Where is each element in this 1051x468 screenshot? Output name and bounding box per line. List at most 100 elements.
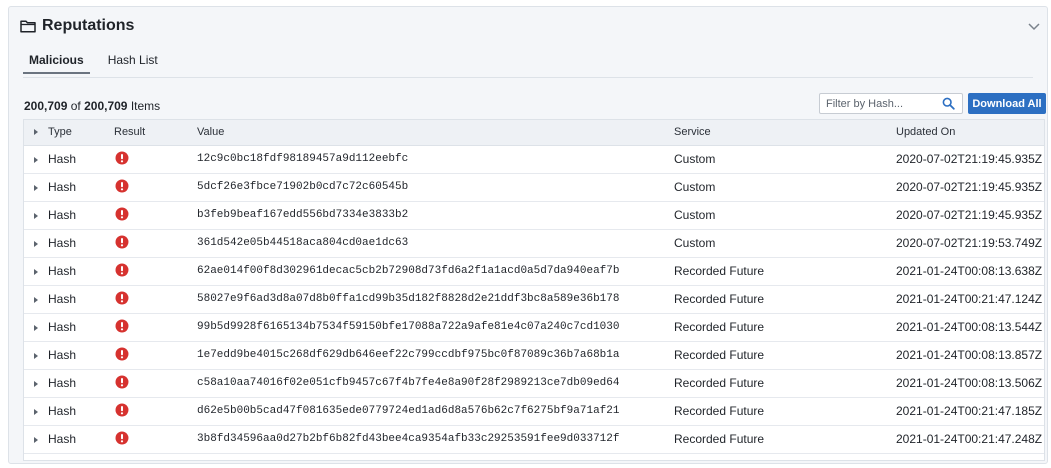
row-value: 361d542e05b44518aca804cd0ae1dc63 (197, 237, 409, 249)
row-updated-on: 2021-01-24T00:21:47.185Z (896, 404, 1043, 418)
table-row[interactable]: Hash 12c9c0bc18fdf98189457a9d112eebfc Cust… (24, 145, 1044, 173)
table-row[interactable]: Hash d62e5b00b5cad47f081635ede0779724ed1a… (24, 397, 1044, 425)
row-expand-caret[interactable] (24, 369, 48, 397)
caret-right-icon (34, 381, 38, 387)
row-type: Hash (48, 432, 77, 446)
row-value: b3feb9beaf167edd556bd7334e3833b2 (197, 209, 409, 221)
row-updated-on: 2020-07-02T21:19:45.935Z (896, 180, 1043, 194)
tab-hash-list[interactable]: Hash List (102, 53, 164, 74)
row-value: 1e7edd9be4015c268df629db646eef22c799ccdb… (197, 349, 620, 361)
row-expand-caret[interactable] (24, 229, 48, 257)
caret-right-icon (34, 129, 38, 136)
table-row[interactable]: Hash 62ae014f00f8d302961decac5cb2b72908d7… (24, 257, 1044, 285)
row-expand-caret[interactable] (24, 173, 48, 201)
alert-icon (115, 347, 129, 361)
tabs: Malicious Hash List (23, 53, 176, 74)
caret-right-icon (34, 269, 38, 275)
table-row[interactable]: Hash 5dcf26e3fbce71902b0cd7c72c60545b Cust… (24, 173, 1044, 201)
row-value: 5dcf26e3fbce71902b0cd7c72c60545b (197, 181, 409, 193)
row-value: 3b8fd34596aa0d27b2bf6b82fd43bee4ca9354af… (197, 433, 620, 445)
row-type: Hash (48, 348, 77, 362)
row-service: Recorded Future (674, 320, 765, 334)
row-expand-caret[interactable] (24, 341, 48, 369)
row-value: c58a10aa74016f02e051cfb9457c67f4b7fe4e8a… (197, 377, 620, 389)
expand-all-caret[interactable] (24, 120, 48, 146)
table-row[interactable]: Hash 3b8fd34596aa0d27b2bf6b82fd43bee4ca93… (24, 425, 1044, 453)
item-count: 200,709 of 200,709 Items (24, 99, 160, 113)
panel-header[interactable]: Reputations (9, 7, 1047, 45)
tabs-divider (23, 77, 1033, 78)
row-expand-caret[interactable] (24, 201, 48, 229)
table-row[interactable]: Hash c58a10aa74016f02e051cfb9457c67f4b7fe… (24, 369, 1044, 397)
caret-right-icon (34, 353, 38, 359)
row-service: Custom (674, 152, 716, 166)
alert-icon (115, 403, 129, 417)
header-updated-on[interactable]: Updated On (896, 120, 1044, 146)
header-result[interactable]: Result (114, 120, 197, 146)
row-service: Custom (674, 180, 716, 194)
row-updated-on: 2021-01-24T00:21:47.248Z (896, 432, 1043, 446)
caret-right-icon (34, 437, 38, 443)
row-value: 62ae014f00f8d302961decac5cb2b72908d73fd6… (197, 265, 620, 277)
row-updated-on: 2020-07-02T21:19:45.935Z (896, 208, 1043, 222)
row-result (114, 313, 197, 341)
caret-right-icon (34, 213, 38, 219)
row-type: Hash (48, 264, 77, 278)
caret-right-icon (34, 241, 38, 247)
row-expand-caret[interactable] (24, 313, 48, 341)
row-result (114, 173, 197, 201)
table-row[interactable]: Hash 361d542e05b44518aca804cd0ae1dc63 Cust… (24, 229, 1044, 257)
row-service: Custom (674, 208, 716, 222)
row-type: Hash (48, 376, 77, 390)
header-service[interactable]: Service (674, 120, 896, 146)
row-type: Hash (48, 208, 77, 222)
row-service: Recorded Future (674, 432, 765, 446)
alert-icon (115, 431, 129, 445)
row-expand-caret[interactable] (24, 257, 48, 285)
alert-icon (115, 151, 129, 165)
table-body: Hash 12c9c0bc18fdf98189457a9d112eebfc Cust… (24, 145, 1044, 453)
row-service: Recorded Future (674, 404, 765, 418)
row-result (114, 285, 197, 313)
count-of: of (70, 99, 81, 113)
count-suffix: Items (130, 99, 161, 113)
table-row[interactable]: Hash 1e7edd9be4015c268df629db646eef22c799… (24, 341, 1044, 369)
row-value: 99b5d9928f6165134b7534f59150bfe17088a722… (197, 321, 620, 333)
reputations-table: Type Result Value Service Updated On Has… (23, 119, 1045, 461)
row-result (114, 397, 197, 425)
row-expand-caret[interactable] (24, 285, 48, 313)
download-all-button[interactable]: Download All (968, 93, 1046, 114)
header-value[interactable]: Value (197, 120, 674, 146)
alert-icon (115, 291, 129, 305)
chevron-down-icon[interactable] (1027, 19, 1041, 33)
table-header-row: Type Result Value Service Updated On (24, 120, 1044, 146)
row-type: Hash (48, 292, 77, 306)
row-type: Hash (48, 236, 77, 250)
row-type: Hash (48, 404, 77, 418)
filter-input[interactable] (826, 96, 934, 112)
caret-right-icon (34, 157, 38, 163)
caret-right-icon (34, 409, 38, 415)
row-service: Recorded Future (674, 292, 765, 306)
table-row[interactable]: Hash 99b5d9928f6165134b7534f59150bfe17088… (24, 313, 1044, 341)
table-row[interactable]: Hash b3feb9beaf167edd556bd7334e3833b2 Cust… (24, 201, 1044, 229)
panel-title: Reputations (42, 17, 135, 34)
row-updated-on: 2021-01-24T00:08:13.506Z (896, 376, 1043, 390)
filter-box (819, 93, 963, 114)
row-updated-on: 2021-01-24T00:08:13.857Z (896, 348, 1043, 362)
header-type[interactable]: Type (48, 120, 114, 146)
row-expand-caret[interactable] (24, 145, 48, 173)
row-result (114, 425, 197, 453)
row-updated-on: 2021-01-24T00:21:47.124Z (896, 292, 1043, 306)
search-icon[interactable] (942, 97, 955, 110)
table-row[interactable]: Hash 58027e9f6ad3d8a07d8b0ffa1cd99b35d182… (24, 285, 1044, 313)
row-expand-caret[interactable] (24, 397, 48, 425)
row-expand-caret[interactable] (24, 425, 48, 453)
row-value: d62e5b00b5cad47f081635ede0779724ed1ad6d8… (197, 405, 620, 417)
alert-icon (115, 319, 129, 333)
caret-right-icon (34, 297, 38, 303)
row-service: Custom (674, 236, 716, 250)
row-updated-on: 2020-07-02T21:19:53.749Z (896, 236, 1043, 250)
tab-malicious[interactable]: Malicious (23, 53, 90, 74)
alert-icon (115, 207, 129, 221)
